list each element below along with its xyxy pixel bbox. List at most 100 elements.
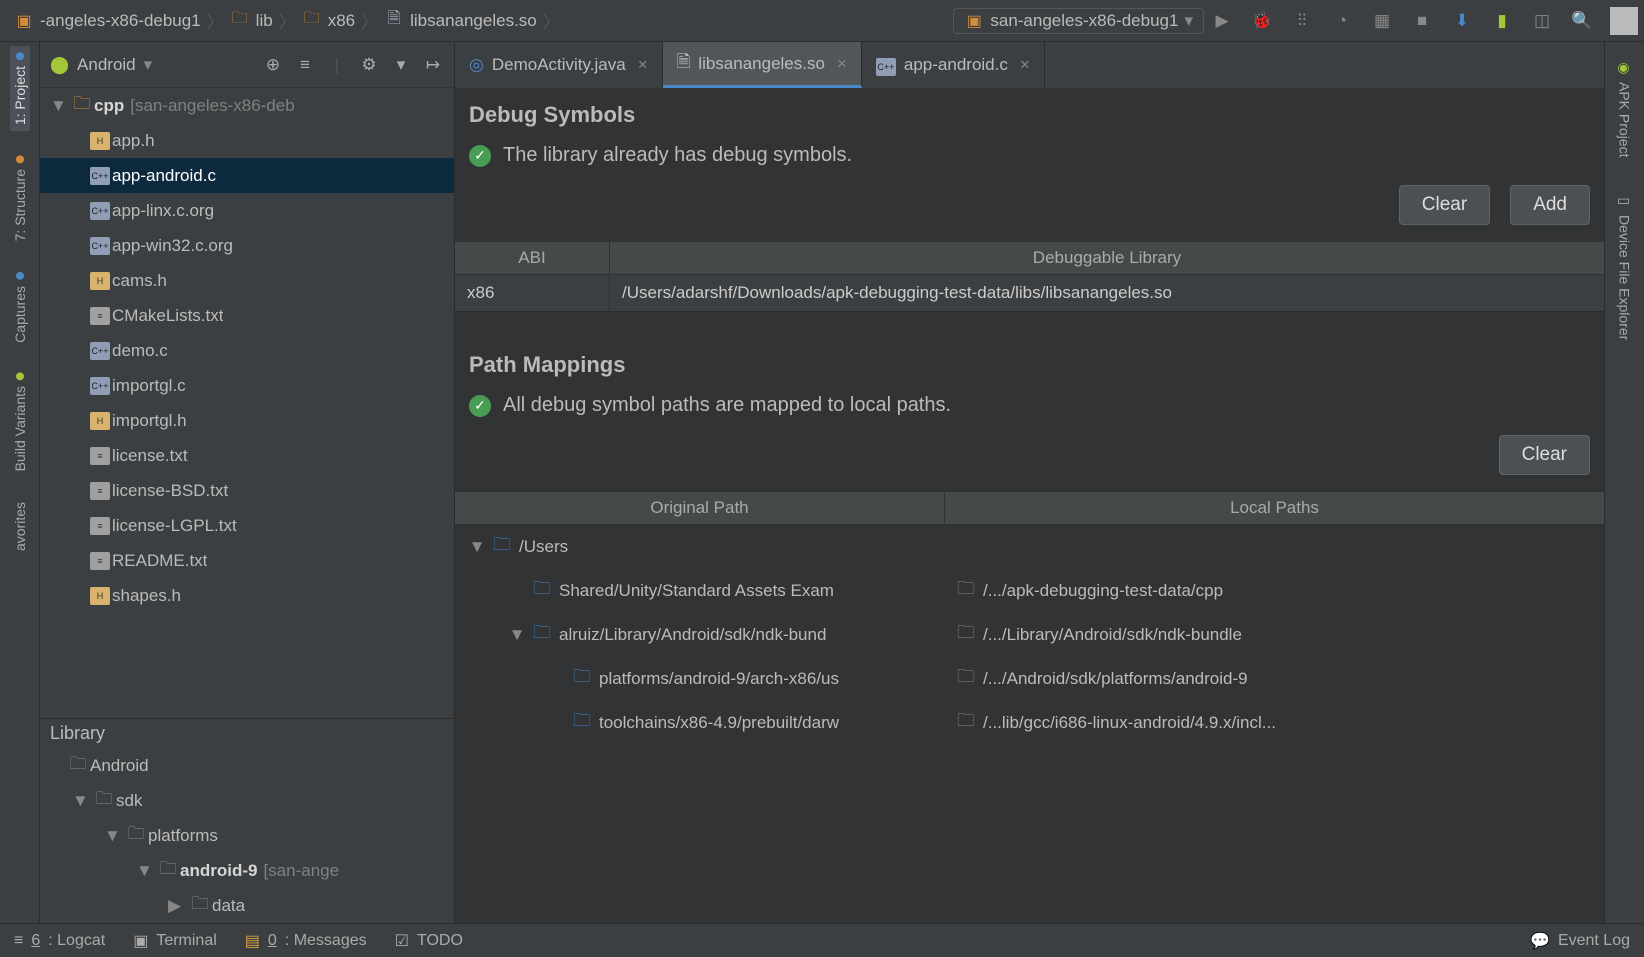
path-mappings-tree[interactable]: ▼🗀/Users 🗀Shared/Unity/Standard Assets E… — [455, 525, 1604, 745]
module-icon: ▣ — [14, 11, 34, 31]
debug-symbols-status: ✓ The library already has debug symbols. — [455, 144, 1604, 185]
tree-file[interactable]: Happ.h — [40, 123, 454, 158]
chevron-down-icon[interactable]: ▼ — [104, 826, 124, 846]
chevron-right-icon: 〉 — [207, 8, 224, 33]
check-icon: ✓ — [469, 395, 491, 417]
tree-folder[interactable]: ▼🗀platforms — [40, 818, 454, 853]
chevron-right-icon[interactable]: ▶ — [168, 896, 188, 916]
label: cams.h — [112, 271, 167, 291]
sdk-icon[interactable]: ▮ — [1490, 9, 1514, 33]
map-row[interactable]: 🗀platforms/android-9/arch-x86/us 🗀/.../A… — [455, 657, 1604, 701]
chevron-down-icon[interactable]: ▼ — [505, 625, 529, 645]
speech-icon: 💬 — [1530, 931, 1550, 951]
col-library: Debuggable Library — [610, 242, 1604, 274]
tree-file[interactable]: Himportgl.h — [40, 403, 454, 438]
context: [san-angeles-x86-deb — [130, 96, 294, 116]
col-original-path: Original Path — [455, 492, 945, 524]
chevron-down-icon[interactable]: ▼ — [50, 96, 70, 116]
debug-libs-row[interactable]: x86 /Users/adarshf/Downloads/apk-debuggi… — [455, 275, 1604, 312]
tree-file[interactable]: C++app-linx.c.org — [40, 193, 454, 228]
tree-folder[interactable]: ▼🗀android-9[san-ange — [40, 853, 454, 888]
tool-window-messages[interactable]: ▤0: Messages — [245, 931, 367, 951]
chevron-down-icon[interactable]: ▼ — [136, 861, 156, 881]
download-icon[interactable]: ⬇ — [1450, 9, 1474, 33]
close-icon[interactable]: × — [837, 54, 847, 74]
label: sdk — [116, 791, 142, 811]
tab-demoactivity[interactable]: ◎DemoActivity.java× — [455, 42, 663, 88]
hide-icon[interactable]: ↦ — [422, 55, 444, 75]
chevron-down-icon[interactable]: ▾ — [390, 55, 412, 75]
tool-window-favorites[interactable]: avorites — [10, 496, 30, 557]
tree-folder[interactable]: ▶🗀data — [40, 888, 454, 923]
tree-file-selected[interactable]: C++app-android.c — [40, 158, 454, 193]
close-icon[interactable]: × — [1020, 55, 1030, 75]
h-file-icon: H — [90, 412, 110, 430]
label: /...lib/gcc/i686-linux-android/4.9.x/inc… — [983, 713, 1276, 733]
tree-folder[interactable]: ▼🗀sdk — [40, 783, 454, 818]
tree-file[interactable]: ≡license-LGPL.txt — [40, 508, 454, 543]
clear-button[interactable]: Clear — [1399, 185, 1490, 225]
scroll-from-source-icon[interactable]: ⊕ — [262, 55, 284, 75]
layout-icon[interactable]: ◫ — [1530, 9, 1554, 33]
close-icon[interactable]: × — [638, 55, 648, 75]
tool-window-device-file-explorer[interactable]: ▭ Device File Explorer — [1615, 187, 1635, 346]
map-row[interactable]: 🗀Shared/Unity/Standard Assets Exam 🗀/...… — [455, 569, 1604, 613]
tree-file[interactable]: C++app-win32.c.org — [40, 228, 454, 263]
collapse-all-icon[interactable]: ≡ — [294, 55, 316, 75]
map-row[interactable]: ▼🗀/Users — [455, 525, 1604, 569]
tree-file[interactable]: ≡license.txt — [40, 438, 454, 473]
speed-icon[interactable]: ◔ — [1330, 9, 1354, 33]
avatar[interactable] — [1610, 7, 1638, 35]
stop-icon[interactable]: ■ — [1410, 9, 1434, 33]
tree-folder-cpp[interactable]: ▼ 🗀 cpp [san-angeles-x86-deb — [40, 88, 454, 123]
tool-window-structure[interactable]: 7: Structure — [10, 149, 30, 247]
tree-file[interactable]: C++importgl.c — [40, 368, 454, 403]
view-mode-label[interactable]: Android — [77, 55, 136, 75]
label: Captures — [12, 286, 28, 343]
clear-button[interactable]: Clear — [1499, 435, 1590, 475]
todo-icon: ☑ — [395, 931, 409, 951]
run-icon[interactable]: ▶ — [1210, 9, 1234, 33]
tab-libsanangeles[interactable]: 🗎libsanangeles.so× — [663, 42, 862, 88]
label: libsanangeles.so — [698, 54, 825, 74]
chevron-down-icon[interactable]: ▼ — [72, 791, 92, 811]
messages-icon: ▤ — [245, 931, 260, 951]
breadcrumb[interactable]: ▣ -angeles-x86-debug1 〉 🗀 lib 〉 🗀 x86 〉 … — [6, 6, 568, 35]
gear-icon[interactable]: ⚙ — [358, 55, 380, 75]
tree-file[interactable]: ≡README.txt — [40, 543, 454, 578]
c-file-icon: C++ — [90, 342, 110, 360]
tool-window-logcat[interactable]: ≡6: Logcat — [14, 932, 105, 950]
tree-file[interactable]: ≡license-BSD.txt — [40, 473, 454, 508]
chevron-down-icon[interactable]: ▾ — [144, 55, 153, 75]
library-tree[interactable]: 🗀Android ▼🗀sdk ▼🗀platforms ▼🗀android-9[s… — [40, 748, 454, 923]
attach-icon[interactable]: ▦ — [1370, 9, 1394, 33]
tree-file[interactable]: C++demo.c — [40, 333, 454, 368]
map-row[interactable]: 🗀toolchains/x86-4.9/prebuilt/darw 🗀/...l… — [455, 701, 1604, 745]
folder-icon: 🗀 — [957, 664, 975, 694]
tool-window-terminal[interactable]: ▣Terminal — [133, 931, 217, 951]
tree-file[interactable]: ≡CMakeLists.txt — [40, 298, 454, 333]
chevron-down-icon[interactable]: ▼ — [465, 537, 489, 557]
tree-file[interactable]: Hcams.h — [40, 263, 454, 298]
divider: | — [326, 55, 348, 75]
label: app-android.c — [904, 55, 1008, 75]
label: license.txt — [112, 446, 188, 466]
tree-folder[interactable]: 🗀Android — [40, 748, 454, 783]
tool-window-apk-project[interactable]: ◉ APK Project — [1615, 54, 1635, 163]
profile-icon[interactable]: ⫶⫶ — [1290, 9, 1314, 33]
tab-app-android[interactable]: C++app-android.c× — [862, 42, 1045, 88]
tool-window-project[interactable]: 1: Project — [10, 46, 30, 131]
map-row[interactable]: ▼🗀alruiz/Library/Android/sdk/ndk-bund 🗀/… — [455, 613, 1604, 657]
tool-window-event-log[interactable]: 💬Event Log — [1530, 931, 1630, 951]
label: cpp — [94, 96, 124, 116]
search-icon[interactable]: 🔍 — [1570, 9, 1594, 33]
run-config-selector[interactable]: ▣ san-angeles-x86-debug1 ▾ — [953, 8, 1204, 34]
add-button[interactable]: Add — [1510, 185, 1590, 225]
tool-window-todo[interactable]: ☑TODO — [395, 931, 463, 951]
project-tree[interactable]: ▼ 🗀 cpp [san-angeles-x86-deb Happ.h C++a… — [40, 88, 454, 718]
tool-window-build-variants[interactable]: Build Variants — [10, 366, 30, 477]
tree-file[interactable]: Hshapes.h — [40, 578, 454, 613]
tool-window-captures[interactable]: Captures — [10, 266, 30, 349]
debug-icon[interactable]: 🐞 — [1250, 9, 1274, 33]
folder-icon: 🗀 — [533, 620, 551, 650]
